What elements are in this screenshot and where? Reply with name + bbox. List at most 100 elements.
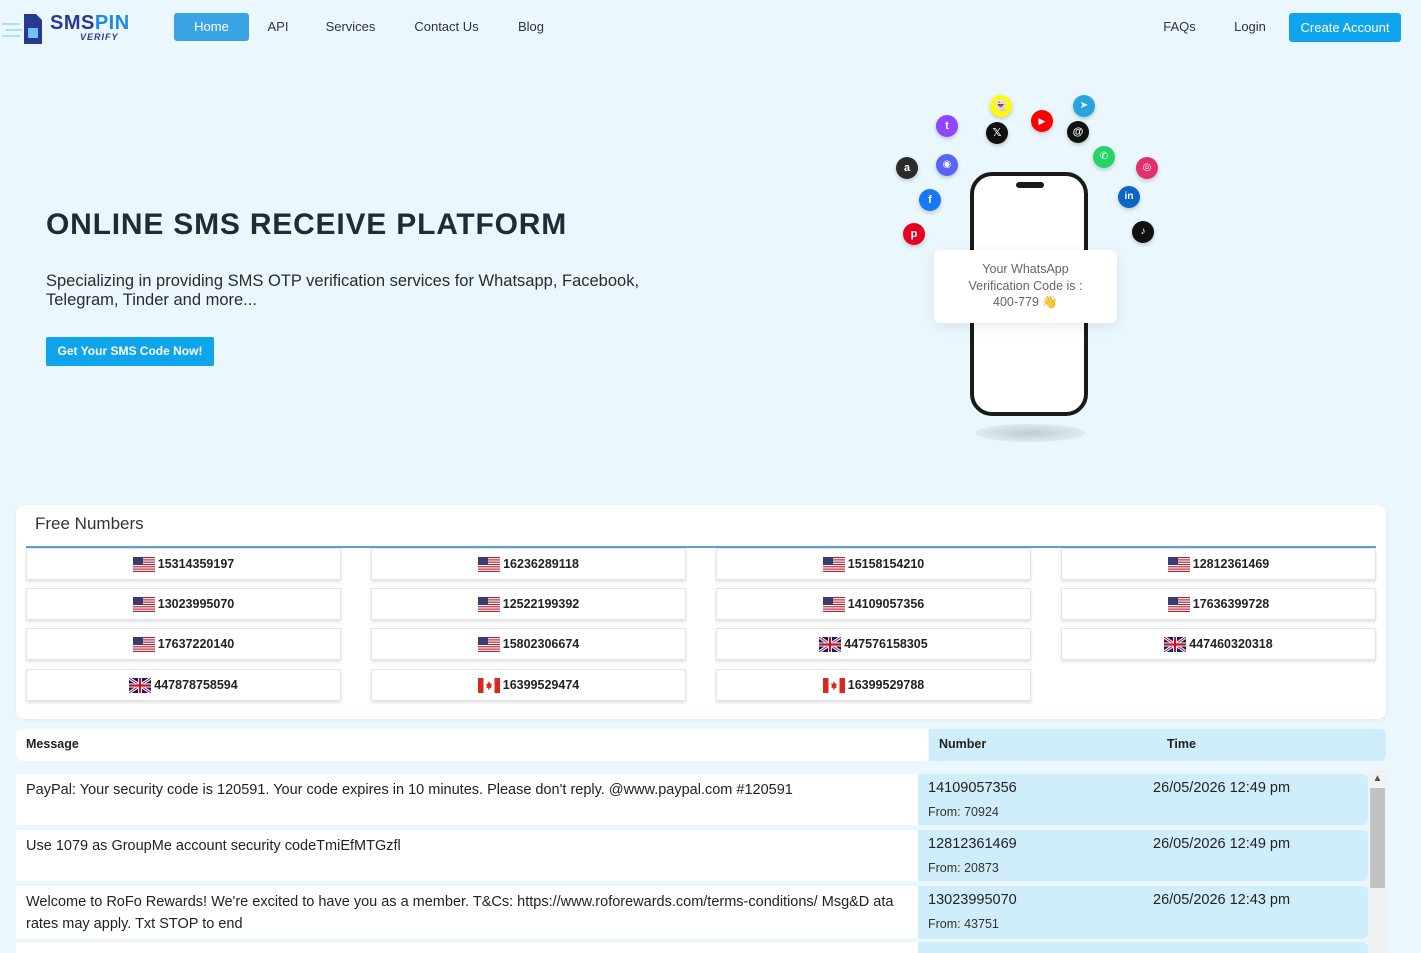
message-from: From: 20873 — [928, 861, 999, 875]
us-flag-icon — [478, 556, 501, 572]
instagram-icon: ◎ — [1136, 157, 1158, 179]
message-row[interactable]: PayPal: Your security code is 120591. Yo… — [16, 774, 1368, 825]
otp-line-3: 400-779 👋 — [993, 295, 1058, 309]
us-flag-icon — [132, 596, 155, 612]
free-numbers-title: Free Numbers — [35, 514, 144, 533]
nav-login[interactable]: Login — [1226, 13, 1274, 41]
us-flag-icon — [477, 596, 500, 612]
uk-flag-icon — [1164, 636, 1187, 652]
create-account-button[interactable]: Create Account — [1289, 13, 1401, 42]
facebook-icon: f — [919, 189, 941, 211]
hero-title: ONLINE SMS RECEIVE PLATFORM — [46, 208, 568, 241]
threads-icon: @ — [1067, 121, 1089, 143]
free-number-button[interactable]: 16399529788 — [716, 669, 1031, 701]
message-row-partial — [16, 942, 1368, 953]
us-flag-icon — [1167, 556, 1190, 572]
sim-card-icon — [2, 14, 42, 44]
header-time: Time — [1167, 737, 1196, 751]
logo-subtext: VERIFY — [80, 32, 119, 42]
free-number-button[interactable]: 16236289118 — [371, 548, 686, 580]
message-number-cell: 13023995070 From: 43751 26/05/2026 12:43… — [918, 886, 1368, 939]
free-number-button[interactable]: 15802306674 — [371, 628, 686, 660]
free-number-text: 12812361469 — [1192, 557, 1270, 571]
header-number: Number — [939, 737, 987, 751]
uk-flag-icon — [129, 677, 152, 693]
message-text: Use 1079 as GroupMe account security cod… — [16, 830, 918, 881]
free-number-button[interactable]: 15158154210 — [716, 548, 1031, 580]
free-number-text: 13023995070 — [157, 597, 235, 611]
linkedin-icon: in — [1118, 186, 1140, 208]
free-number-button[interactable]: 17636399728 — [1061, 588, 1376, 620]
uk-flag-icon — [819, 636, 842, 652]
message-row[interactable]: Welcome to RoFo Rewards! We're excited t… — [16, 886, 1368, 939]
messages-table-header: Message Number Time — [16, 729, 1386, 761]
nav-services[interactable]: Services — [318, 13, 383, 41]
free-number-text: 12522199392 — [502, 597, 580, 611]
message-text-partial — [16, 942, 918, 953]
nav-blog[interactable]: Blog — [509, 13, 553, 41]
free-number-button[interactable]: 12812361469 — [1061, 548, 1376, 580]
message-from: From: 43751 — [928, 917, 999, 931]
phone-shadow — [975, 424, 1085, 442]
get-sms-code-button[interactable]: Get Your SMS Code Now! — [46, 337, 214, 366]
discord-icon: ◉ — [936, 154, 958, 176]
free-number-button[interactable]: 15314359197 — [26, 548, 341, 580]
header-message: Message — [16, 729, 928, 761]
tiktok-icon: ♪ — [1132, 221, 1154, 243]
message-number[interactable]: 12812361469 — [928, 836, 1017, 852]
nav-api[interactable]: API — [258, 13, 298, 41]
free-number-text: 16236289118 — [503, 557, 579, 571]
free-number-text: 447878758594 — [154, 678, 238, 692]
message-from: From: 70924 — [928, 805, 999, 819]
free-number-text: 15802306674 — [502, 637, 580, 651]
scroll-up-arrow-icon[interactable]: ▲ — [1369, 771, 1386, 787]
message-number-cell: 12812361469 From: 20873 26/05/2026 12:49… — [918, 830, 1368, 881]
nav-faqs[interactable]: FAQs — [1157, 13, 1202, 41]
free-number-button[interactable]: 14109057356 — [716, 588, 1031, 620]
us-flag-icon — [132, 556, 155, 572]
us-flag-icon — [822, 556, 845, 572]
messages-scrollbar[interactable]: ▲ — [1369, 771, 1386, 953]
message-row[interactable]: Use 1079 as GroupMe account security cod… — [16, 830, 1368, 881]
free-number-button[interactable]: 447878758594 — [26, 669, 341, 701]
free-number-button[interactable]: 17637220140 — [26, 628, 341, 660]
free-number-button[interactable]: 447460320318 — [1061, 628, 1376, 660]
snapchat-icon: 👻 — [990, 95, 1012, 117]
free-number-button[interactable]: 12522199392 — [371, 588, 686, 620]
message-text: Welcome to RoFo Rewards! We're excited t… — [16, 886, 918, 939]
us-flag-icon — [477, 636, 500, 652]
header-number-time: Number Time — [929, 729, 1386, 761]
free-number-text: 17637220140 — [157, 637, 235, 651]
amazon-icon: a — [896, 157, 918, 179]
canada-flag-icon — [822, 677, 845, 693]
otp-notification-card: Your WhatsApp Verification Code is : 400… — [934, 250, 1117, 323]
message-number[interactable]: 13023995070 — [928, 892, 1017, 908]
message-time: 26/05/2026 12:49 pm — [1153, 836, 1291, 852]
x-icon: 𝕏 — [986, 122, 1008, 144]
message-time: 26/05/2026 12:43 pm — [1153, 892, 1291, 908]
nav-home[interactable]: Home — [174, 13, 249, 41]
free-number-button[interactable]: 16399529474 — [371, 669, 686, 701]
message-number[interactable]: 14109057356 — [928, 780, 1017, 796]
free-number-button[interactable]: 447576158305 — [716, 628, 1031, 660]
twitch-icon: t — [936, 115, 958, 137]
logo[interactable]: SMSPIN VERIFY — [2, 10, 129, 46]
free-number-text: 17636399728 — [1192, 597, 1270, 611]
canada-flag-icon — [477, 677, 500, 693]
telegram-icon: ➤ — [1073, 95, 1095, 117]
youtube-icon: ▶ — [1031, 110, 1053, 132]
free-number-button[interactable]: 13023995070 — [26, 588, 341, 620]
top-nav: SMSPIN VERIFY Home API Services Contact … — [0, 0, 1421, 56]
free-number-text: 16399529474 — [502, 678, 580, 692]
free-number-text: 15158154210 — [847, 557, 925, 571]
message-number-cell-partial — [918, 942, 1368, 953]
nav-contact-us[interactable]: Contact Us — [405, 13, 488, 41]
free-number-text: 15314359197 — [157, 557, 235, 571]
us-flag-icon — [1167, 596, 1190, 612]
scrollbar-thumb[interactable] — [1370, 788, 1385, 888]
free-numbers-panel: Free Numbers 15314359197 16236289118 15158… — [16, 505, 1386, 719]
free-number-text: 16399529788 — [847, 678, 925, 692]
pinterest-icon: p — [903, 223, 925, 245]
otp-line-1: Your WhatsApp — [982, 262, 1069, 276]
hero-description: Specializing in providing SMS OTP verifi… — [46, 272, 640, 309]
